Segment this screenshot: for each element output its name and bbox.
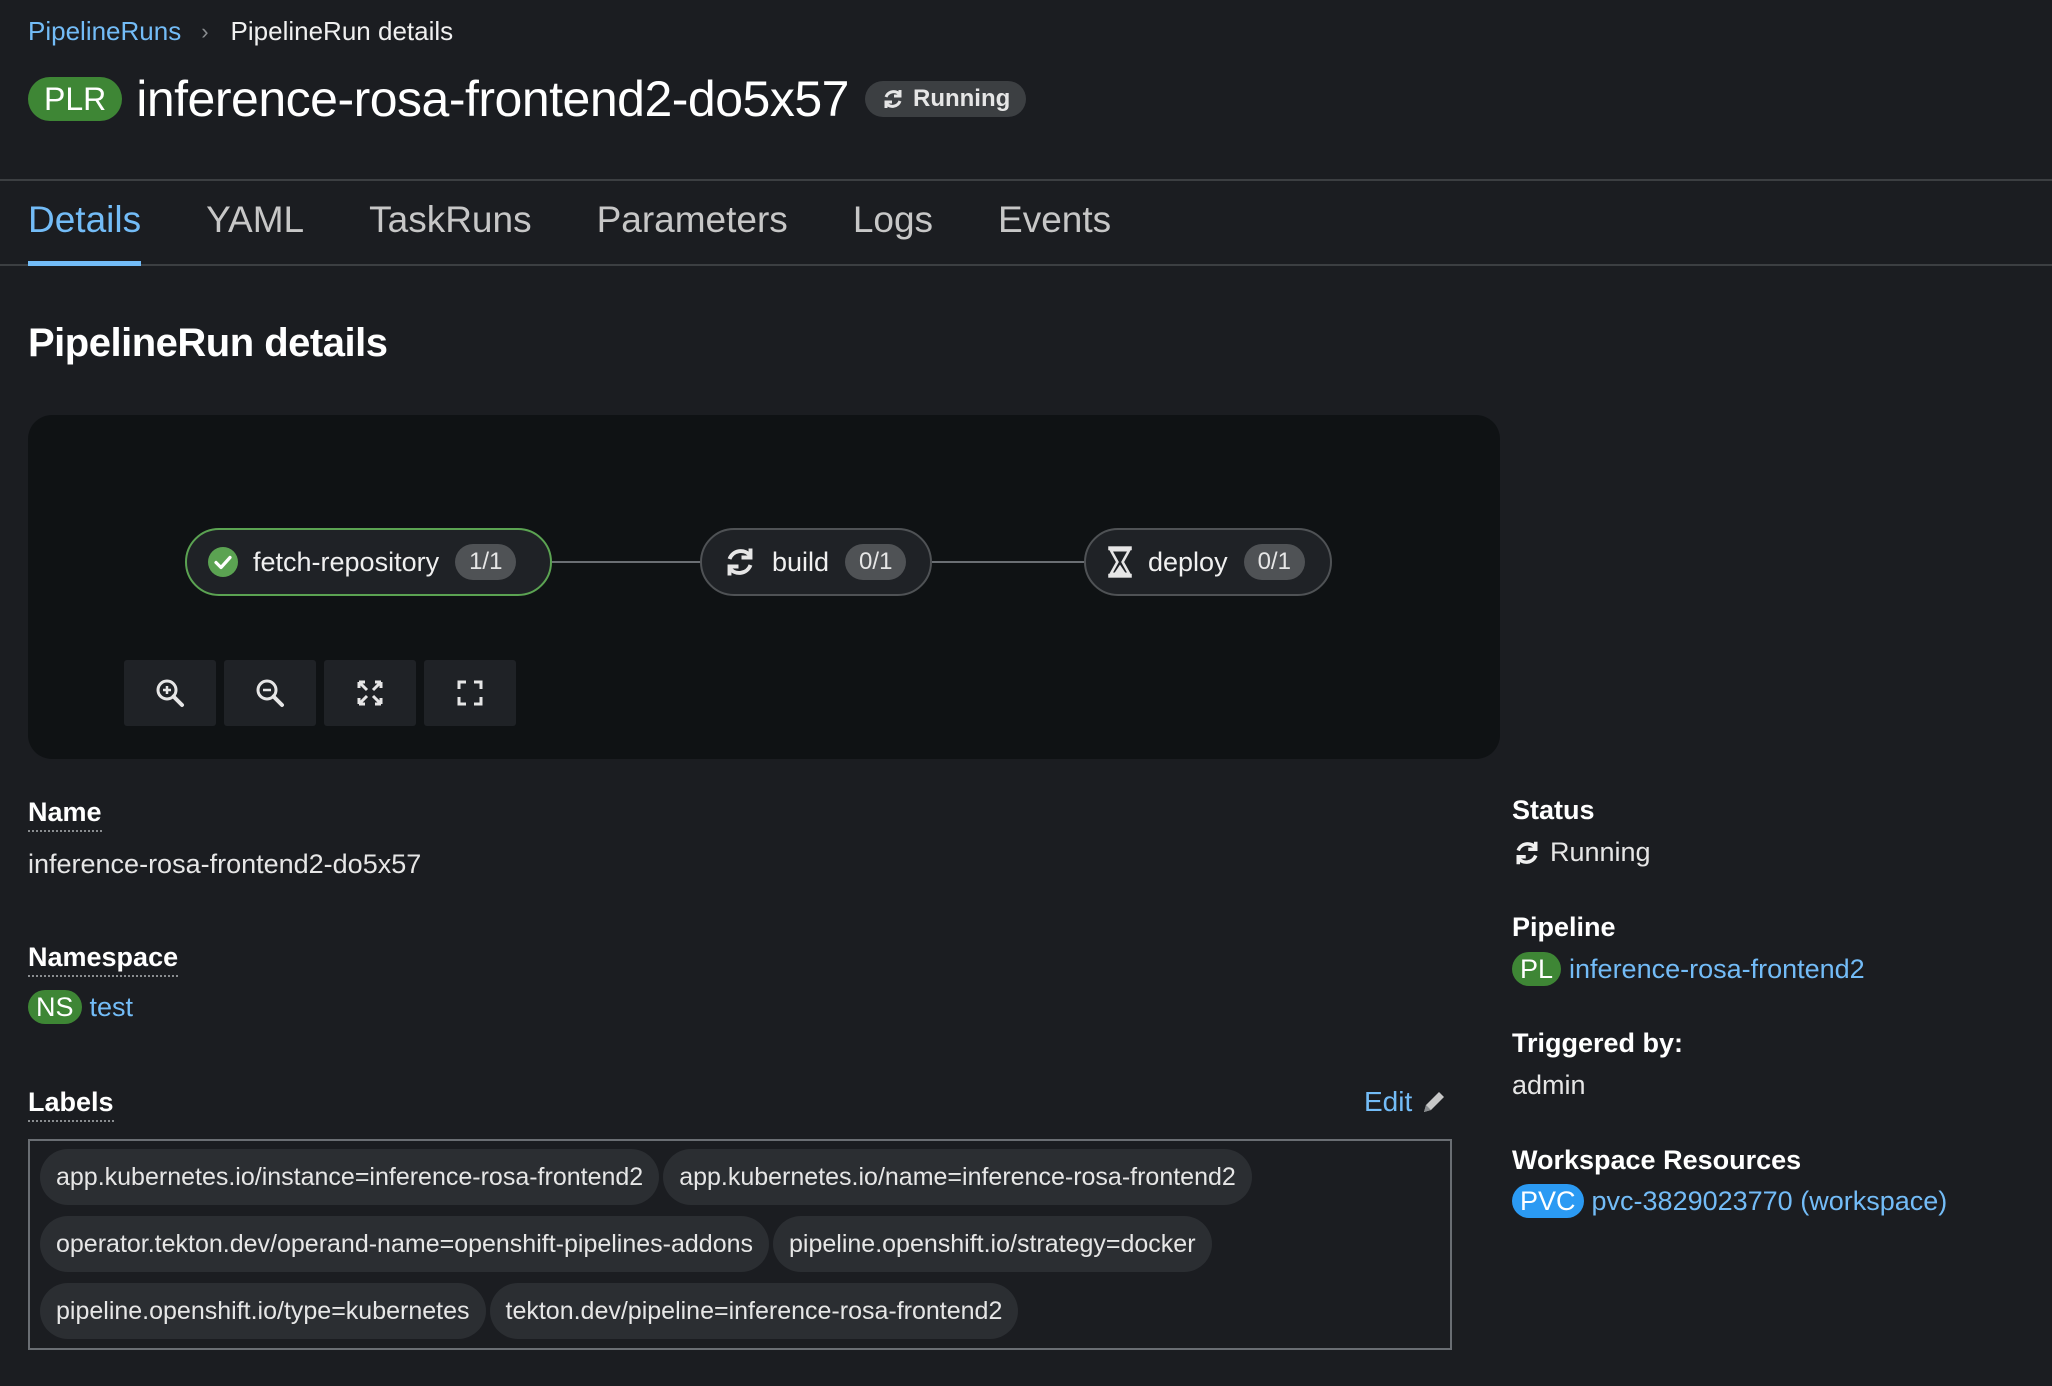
- zoom-out-icon: [256, 679, 284, 707]
- task-node-label: build: [772, 546, 830, 577]
- edit-labels-label: Edit: [1364, 1086, 1413, 1117]
- name-value: inference-rosa-frontend2-do5x57: [28, 849, 422, 879]
- task-node-label: fetch-repository: [253, 546, 440, 577]
- namespace-label: Namespace: [28, 942, 179, 977]
- topology-controls: [124, 660, 524, 726]
- status-label: Status: [1512, 795, 1595, 825]
- status-value-label: Running: [1550, 837, 1651, 867]
- namespace-value: NS test: [28, 990, 133, 1024]
- tab-yaml[interactable]: YAML: [206, 181, 304, 264]
- label-row: pipeline.openshift.io/type=kubernetes te…: [40, 1283, 1440, 1350]
- label-chip: app.kubernetes.io/name=inference-rosa-fr…: [663, 1149, 1252, 1205]
- page-title: inference-rosa-frontend2-do5x57: [136, 71, 849, 127]
- status-value: Running: [1512, 837, 1651, 868]
- tab-details[interactable]: Details: [28, 181, 142, 266]
- task-node-count: 0/1: [845, 544, 907, 580]
- fit-to-screen-button[interactable]: [324, 660, 416, 726]
- pipeline-label: Pipeline: [1512, 912, 1616, 942]
- label-row: operator.tekton.dev/operand-name=openshi…: [40, 1216, 1440, 1283]
- label-chip: app.kubernetes.io/instance=inference-ros…: [40, 1149, 660, 1205]
- breadcrumb-current: PipelineRun details: [230, 16, 454, 46]
- tab-bar: Details YAML TaskRuns Parameters Logs Ev…: [0, 181, 2052, 266]
- page-header: PipelineRuns › PipelineRun details PLR i…: [0, 0, 2052, 181]
- zoom-in-button[interactable]: [124, 660, 216, 726]
- task-node-deploy[interactable]: deploy 0/1: [1084, 528, 1332, 596]
- namespace-link[interactable]: test: [90, 992, 134, 1023]
- expand-button[interactable]: [424, 660, 516, 726]
- triggered-by-label: Triggered by:: [1512, 1028, 1684, 1058]
- zoom-out-button[interactable]: [224, 660, 316, 726]
- section-title: PipelineRun details: [28, 321, 388, 365]
- status-badge: Running: [864, 81, 1027, 117]
- sync-icon: [884, 90, 902, 108]
- expand-icon: [457, 680, 483, 706]
- pipeline-value: PL inference-rosa-frontend2: [1512, 952, 1865, 986]
- workspace-resources-value: PVC pvc-3829023770 (workspace): [1512, 1184, 1947, 1218]
- tab-logs[interactable]: Logs: [853, 181, 933, 264]
- check-circle-icon: [207, 546, 239, 578]
- hourglass-icon: [1106, 545, 1134, 579]
- pipeline-badge: PL: [1512, 952, 1562, 986]
- namespace-badge: NS: [28, 990, 82, 1024]
- label-chip: pipeline.openshift.io/strategy=docker: [773, 1216, 1212, 1272]
- zoom-in-icon: [156, 679, 184, 707]
- pipeline-link[interactable]: inference-rosa-frontend2: [1569, 954, 1865, 985]
- name-label: Name: [28, 797, 102, 832]
- sync-icon: [722, 544, 758, 580]
- pipeline-topology: fetch-repository 1/1 build 0/1 deploy 0/…: [28, 415, 1500, 759]
- pvc-badge: PVC: [1512, 1184, 1584, 1218]
- fit-to-screen-icon: [357, 680, 383, 706]
- resource-badge-plr: PLR: [28, 77, 123, 121]
- label-row: app.kubernetes.io/instance=inference-ros…: [40, 1149, 1440, 1216]
- workspace-resources-label: Workspace Resources: [1512, 1145, 1802, 1175]
- label-chip: tekton.dev/pipeline=inference-rosa-front…: [489, 1283, 1019, 1339]
- sync-icon: [1516, 841, 1538, 864]
- tab-parameters[interactable]: Parameters: [597, 181, 788, 264]
- task-node-count: 0/1: [1243, 544, 1305, 580]
- triggered-by-value: admin: [1512, 1070, 1586, 1100]
- labels-label: Labels: [28, 1087, 114, 1122]
- labels-box: app.kubernetes.io/instance=inference-ros…: [28, 1139, 1452, 1350]
- task-node-build[interactable]: build 0/1: [700, 528, 932, 596]
- label-chip: operator.tekton.dev/operand-name=openshi…: [40, 1216, 770, 1272]
- breadcrumb-pipelineruns-link[interactable]: PipelineRuns: [28, 16, 181, 47]
- chevron-right-icon: ›: [201, 18, 209, 44]
- pvc-link[interactable]: pvc-3829023770 (workspace): [1592, 1186, 1948, 1217]
- task-node-count: 1/1: [455, 544, 517, 580]
- breadcrumb: PipelineRuns › PipelineRun details: [28, 16, 453, 47]
- label-chip: pipeline.openshift.io/type=kubernetes: [40, 1283, 486, 1339]
- tab-events[interactable]: Events: [998, 181, 1111, 264]
- edit-labels-button[interactable]: Edit: [1364, 1086, 1448, 1118]
- task-node-fetch-repository[interactable]: fetch-repository 1/1: [185, 528, 552, 596]
- pencil-icon: [1424, 1092, 1445, 1112]
- title-row: PLR inference-rosa-frontend2-do5x57 Runn…: [28, 70, 1027, 128]
- task-node-label: deploy: [1148, 546, 1228, 577]
- tab-taskruns[interactable]: TaskRuns: [369, 181, 531, 264]
- status-badge-label: Running: [912, 85, 1011, 112]
